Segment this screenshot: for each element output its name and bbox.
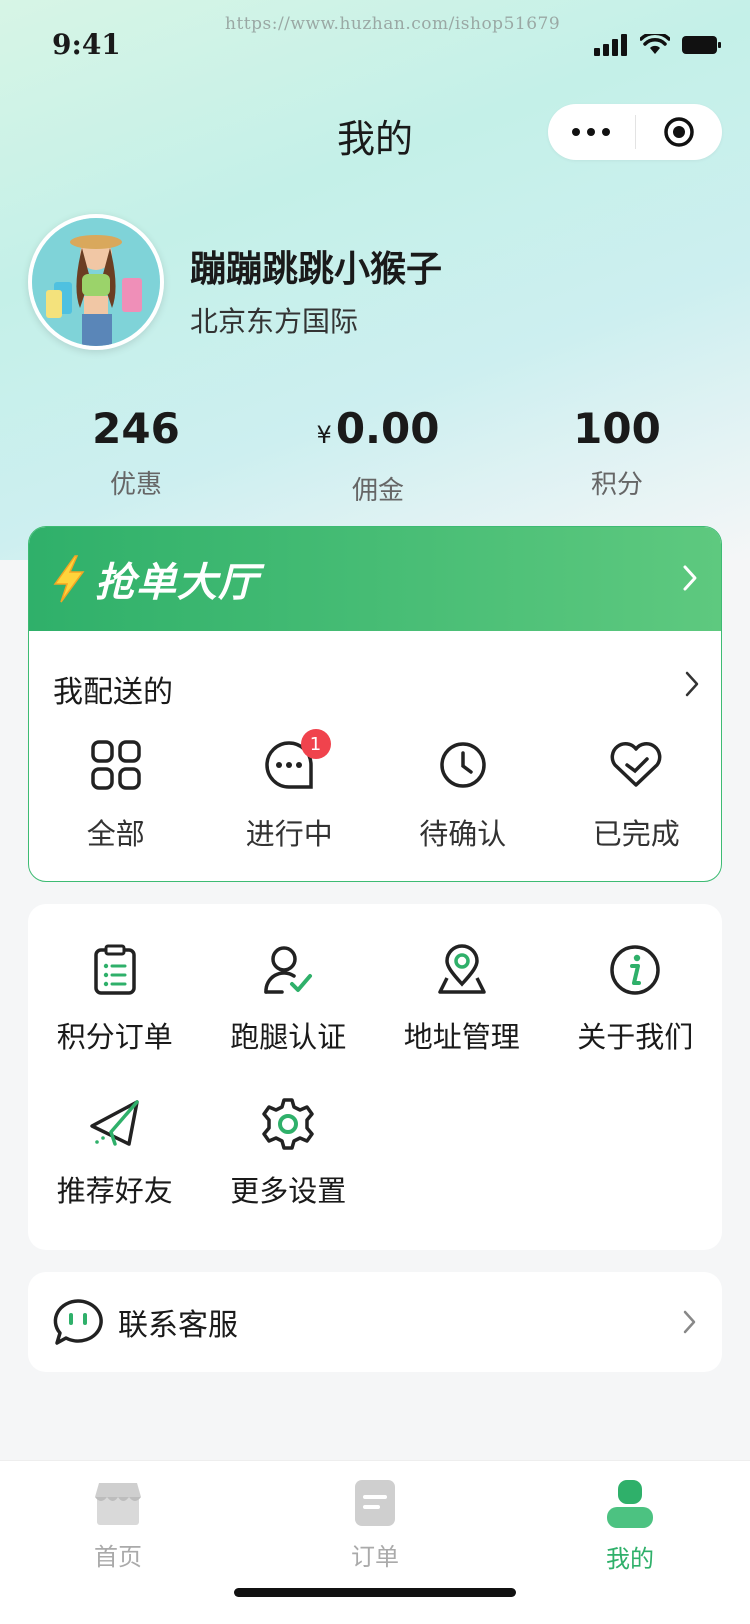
chat-bubble-icon (53, 1299, 103, 1345)
delivery-all[interactable]: 全部 (29, 737, 203, 853)
currency-symbol: ¥ (316, 421, 332, 449)
shop-icon (95, 1483, 141, 1525)
grab-hall-banner[interactable]: 抢单大厅 (29, 527, 721, 631)
stat-value: 246 (92, 404, 180, 453)
stat-number: 0.00 (335, 404, 440, 453)
user-check-icon (264, 946, 313, 994)
delivery-section-title[interactable]: 我配送的 (53, 667, 173, 711)
delivery-label: 全部 (86, 817, 145, 851)
status-icons (594, 34, 722, 56)
tab-label: 我的 (606, 1545, 654, 1573)
status-time: 9:41 (52, 28, 121, 61)
info-icon (610, 945, 660, 995)
lightning-icon (53, 555, 85, 603)
delivery-label: 已完成 (592, 817, 680, 851)
tab-mine[interactable]: 我的 (570, 1479, 690, 1574)
customer-service-label: 联系客服 (118, 1308, 238, 1343)
home-indicator (234, 1588, 516, 1597)
delivery-in-progress[interactable]: 1 进行中 (203, 729, 377, 853)
paper-plane-icon (90, 1100, 139, 1146)
battery-icon (682, 36, 721, 54)
service-label: 更多设置 (230, 1174, 347, 1208)
wifi-icon (640, 34, 670, 54)
grid-icon (91, 740, 141, 790)
user-name: 蹦蹦跳跳小猴子 (190, 249, 443, 290)
delivery-label: 待确认 (419, 817, 507, 851)
user-icon (607, 1480, 653, 1528)
tab-bar: 首页 订单 我的 (0, 1460, 750, 1624)
location-pin-icon (438, 944, 486, 994)
delivery-status-grid: 全部 1 进行中 待确认 已完成 (29, 729, 722, 853)
more-button[interactable] (548, 104, 635, 160)
services-grid: 积分订单 跑腿认证 地址管理 关于我们 推荐好友 更多设置 (28, 942, 722, 1210)
chevron-right-icon (683, 1310, 696, 1334)
stat-value: ¥0.00 (272, 404, 484, 460)
stat-coupon[interactable]: 246 优惠 (0, 404, 272, 507)
tab-orders[interactable]: 订单 (315, 1479, 435, 1572)
watermark-text: https://www.huzhan.com/ishop51679 (225, 14, 561, 34)
service-runner-certification[interactable]: 跑腿认证 (202, 942, 376, 1056)
signal-icon (594, 34, 627, 56)
service-recommend-friend[interactable]: 推荐好友 (28, 1096, 202, 1210)
service-more-settings[interactable]: 更多设置 (202, 1096, 376, 1210)
delivery-pending-confirm[interactable]: 待确认 (376, 737, 550, 853)
service-label: 地址管理 (403, 1020, 520, 1054)
more-dots-icon (572, 128, 611, 136)
user-company: 北京东方国际 (190, 305, 359, 338)
stat-label: 佣金 (351, 476, 404, 506)
grab-hall-title: 抢单大厅 (95, 560, 259, 606)
delivery-completed[interactable]: 已完成 (550, 737, 722, 853)
close-miniprogram-button[interactable] (636, 104, 723, 160)
tab-label: 首页 (94, 1543, 142, 1571)
service-points-order[interactable]: 积分订单 (28, 942, 202, 1056)
stat-value: 100 (573, 404, 661, 453)
clock-icon (440, 742, 486, 788)
order-doc-icon (355, 1480, 395, 1526)
heart-check-icon (610, 742, 662, 787)
clipboard-icon (94, 944, 136, 995)
stats-row: 246 优惠 ¥0.00 佣金 100 积分 (0, 404, 750, 507)
delivery-card: 抢单大厅 我配送的 全部 1 进行中 待确认 已完成 (28, 526, 722, 882)
delivery-label: 进行中 (245, 817, 333, 851)
service-about-us[interactable]: 关于我们 (549, 942, 723, 1056)
customer-service-row[interactable]: 联系客服 (28, 1272, 722, 1372)
avatar[interactable] (28, 214, 164, 350)
services-card: 积分订单 跑腿认证 地址管理 关于我们 推荐好友 更多设置 (28, 904, 722, 1250)
tab-label: 订单 (351, 1543, 399, 1571)
notification-badge: 1 (300, 729, 331, 759)
stat-commission[interactable]: ¥0.00 佣金 (272, 404, 484, 507)
service-label: 推荐好友 (56, 1174, 173, 1208)
stat-points[interactable]: 100 积分 (484, 404, 750, 507)
tab-home[interactable]: 首页 (58, 1479, 178, 1572)
chevron-right-icon (683, 565, 697, 591)
service-label: 关于我们 (577, 1020, 694, 1054)
target-icon (664, 117, 694, 147)
stat-label: 积分 (590, 470, 643, 500)
stat-label: 优惠 (109, 470, 162, 500)
avatar-image (32, 218, 160, 346)
service-address-management[interactable]: 地址管理 (375, 942, 549, 1056)
miniprogram-capsule (548, 104, 722, 160)
service-label: 积分订单 (56, 1020, 173, 1054)
service-label: 跑腿认证 (230, 1020, 347, 1054)
chevron-right-icon[interactable] (683, 669, 701, 699)
gear-icon (262, 1098, 314, 1150)
